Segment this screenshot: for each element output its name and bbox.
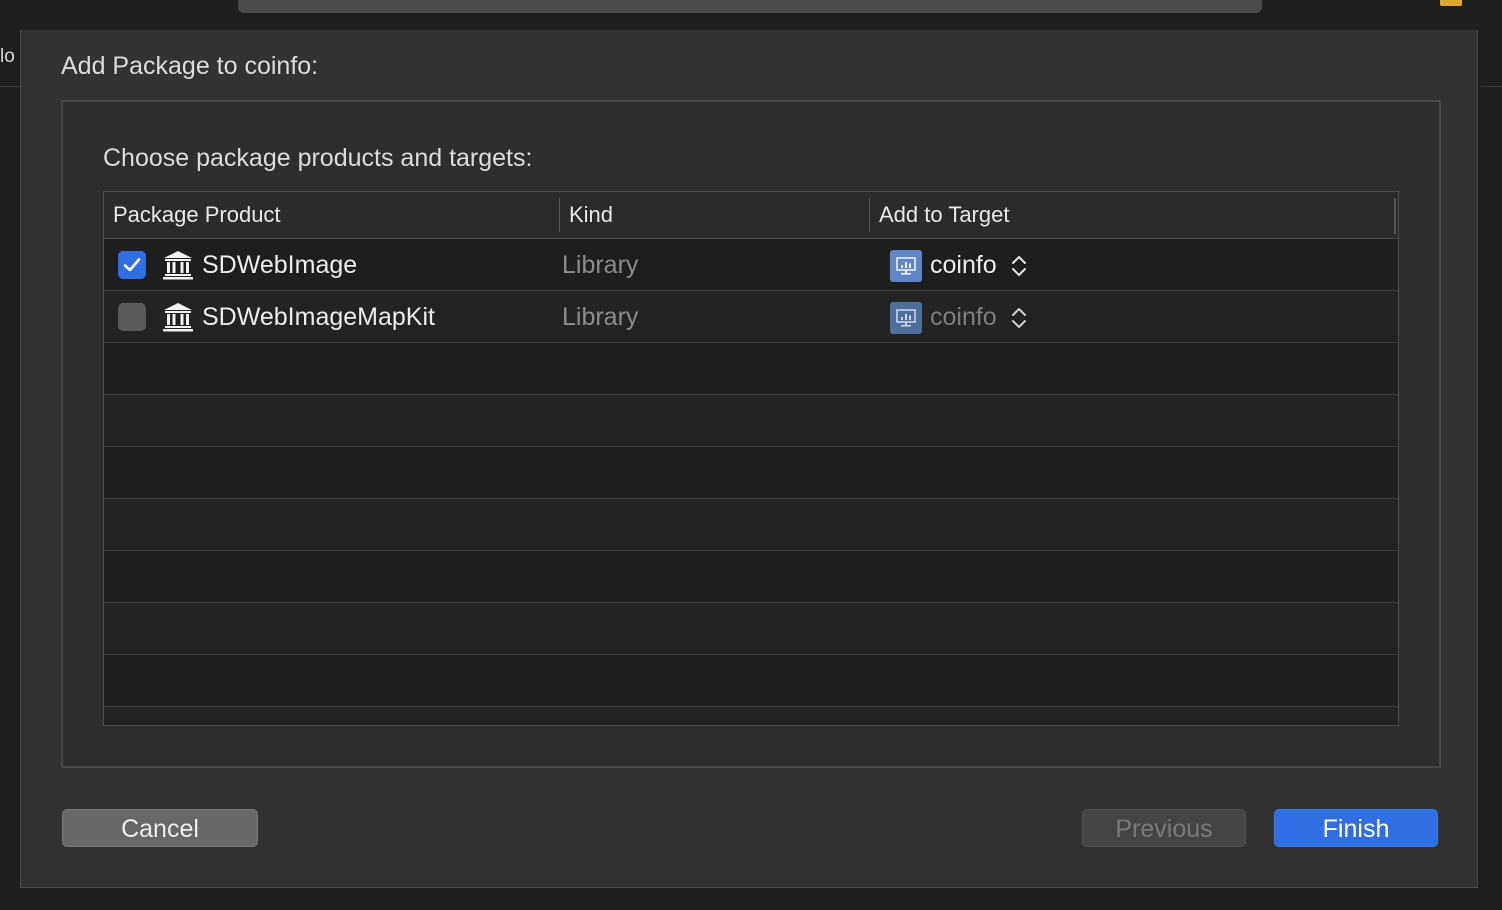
- package-products-group: Choose package products and targets: Pac…: [61, 100, 1441, 768]
- chevron-up-down-icon[interactable]: [1010, 305, 1028, 331]
- sheet-title: Add Package to coinfo:: [61, 52, 319, 80]
- empty-table-row: [104, 655, 1398, 707]
- add-package-sheet: Add Package to coinfo: Choose package pr…: [20, 30, 1478, 888]
- empty-table-row: [104, 395, 1398, 447]
- column-header-add-to-target[interactable]: Add to Target: [879, 192, 1009, 238]
- warning-badge-icon[interactable]: [1440, 0, 1462, 6]
- table-header: Package Product Kind Add to Target: [104, 192, 1398, 239]
- package-kind: Library: [562, 251, 639, 279]
- package-product-name: SDWebImage: [202, 251, 358, 279]
- empty-table-row: [104, 343, 1398, 395]
- previous-button[interactable]: Previous: [1082, 809, 1246, 847]
- app-target-icon: [890, 250, 922, 282]
- empty-table-row: [104, 603, 1398, 655]
- header-scroll-indicator: [1394, 198, 1396, 234]
- column-divider[interactable]: [559, 198, 560, 232]
- target-popup-value[interactable]: coinfo: [930, 291, 997, 343]
- table-row[interactable]: SDWebImageMapKit Library coinfo: [104, 291, 1398, 343]
- column-divider[interactable]: [869, 198, 870, 232]
- background-text-fragment: lo: [0, 46, 15, 67]
- empty-table-row: [104, 551, 1398, 603]
- column-header-kind[interactable]: Kind: [569, 192, 613, 238]
- package-product-name: SDWebImageMapKit: [202, 303, 435, 331]
- column-header-package-product[interactable]: Package Product: [113, 192, 281, 238]
- library-building-icon: [163, 251, 193, 280]
- package-products-table: Package Product Kind Add to Target SDWeb…: [103, 191, 1399, 726]
- finish-button[interactable]: Finish: [1274, 809, 1438, 847]
- group-subtitle: Choose package products and targets:: [103, 144, 533, 172]
- library-building-icon: [163, 303, 193, 332]
- checkmark-icon: [123, 258, 141, 272]
- table-row[interactable]: SDWebImage Library coinfo: [104, 239, 1398, 291]
- toolbar-status-bar: [238, 0, 1462, 13]
- empty-table-row: [104, 499, 1398, 551]
- chevron-up-down-icon[interactable]: [1010, 253, 1028, 279]
- empty-table-row: [104, 707, 1398, 725]
- divider: [1481, 86, 1502, 87]
- package-kind: Library: [562, 303, 639, 331]
- include-product-checkbox[interactable]: [118, 251, 146, 279]
- include-product-checkbox[interactable]: [118, 303, 146, 331]
- target-popup-value[interactable]: coinfo: [930, 239, 997, 291]
- empty-table-row: [104, 447, 1398, 499]
- cancel-button[interactable]: Cancel: [62, 809, 258, 847]
- divider: [0, 86, 20, 87]
- app-target-icon: [890, 302, 922, 334]
